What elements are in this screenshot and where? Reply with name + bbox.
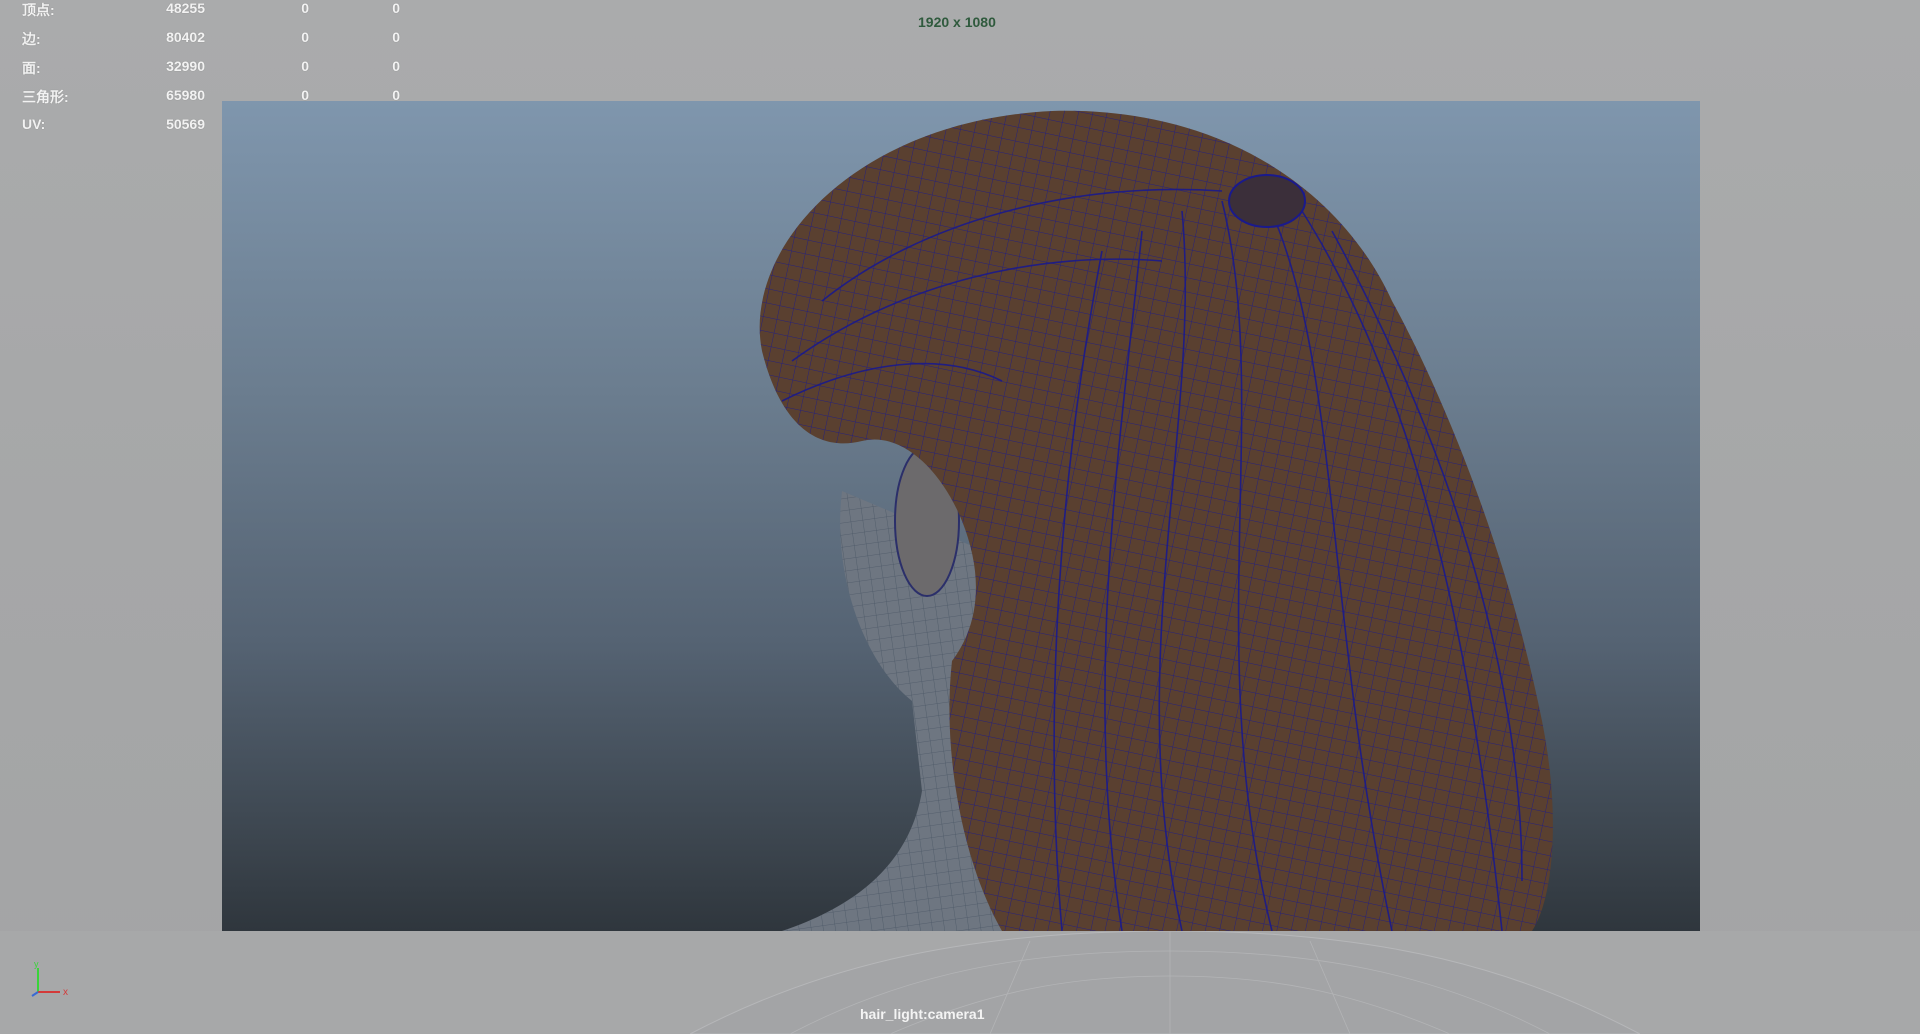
hud-value: 0 bbox=[392, 0, 400, 16]
y-axis-label: y bbox=[34, 960, 39, 969]
shoulder-mesh-ghost bbox=[690, 931, 1640, 1034]
resolution-gate-label: 1920 x 1080 bbox=[918, 14, 996, 30]
hud-label: UV: bbox=[22, 116, 46, 132]
resolution-gate[interactable] bbox=[222, 101, 1700, 931]
hud-value: 65980 bbox=[166, 87, 205, 103]
axis-gizmo: y x bbox=[31, 960, 68, 998]
hud-row-vertices: 顶点: 48255 0 0 bbox=[22, 0, 402, 29]
hud-value: 50569 bbox=[166, 116, 205, 132]
z-axis-line bbox=[31, 991, 39, 997]
hud-value: 32990 bbox=[166, 58, 205, 74]
camera-name-label: hair_light:camera1 bbox=[860, 1006, 985, 1022]
hud-value: 0 bbox=[392, 58, 400, 74]
hud-row-faces: 面: 32990 0 0 bbox=[22, 58, 402, 87]
hud-value: 80402 bbox=[166, 29, 205, 45]
hud-value: 0 bbox=[301, 0, 309, 16]
hud-label: 顶点: bbox=[22, 2, 55, 18]
hair-tie bbox=[1228, 174, 1306, 228]
hud-label: 边: bbox=[22, 31, 41, 47]
hud-value: 48255 bbox=[166, 0, 205, 16]
hud-row-edges: 边: 80402 0 0 bbox=[22, 29, 402, 58]
x-axis-label: x bbox=[63, 987, 68, 998]
hud-label: 三角形: bbox=[22, 89, 69, 105]
hud-label: 面: bbox=[22, 60, 41, 76]
hud-value: 0 bbox=[301, 29, 309, 45]
maya-viewport[interactable]: 顶点: 48255 0 0 边: 80402 0 0 面: 32990 0 0 … bbox=[0, 0, 1920, 1034]
hud-value: 0 bbox=[301, 58, 309, 74]
hud-value: 0 bbox=[392, 29, 400, 45]
hair-wireframe-render[interactable] bbox=[222, 101, 1700, 931]
